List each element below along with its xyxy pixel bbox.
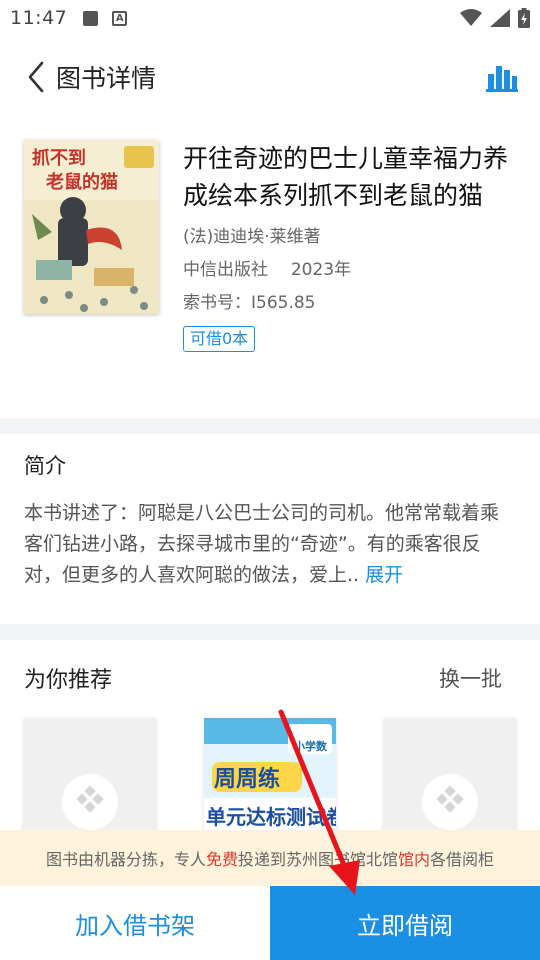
cell-signal-icon — [490, 9, 510, 27]
book-publisher-line: 中信出版社 2023年 — [183, 254, 523, 287]
book-author: (法)迪迪埃·莱维著 — [183, 227, 321, 247]
cover-tag-text: 小学数 — [293, 739, 328, 753]
recommend-header: 为你推荐 换一批 — [24, 662, 502, 694]
notice-highlight-free: 免费 — [205, 850, 238, 869]
intro-text: 本书讲述了：阿聪是八公巴士公司的司机。他常常载着乘客们钻进小路，去探寻城市里的“… — [24, 502, 500, 586]
book-placeholder-icon — [62, 774, 118, 830]
status-icons — [460, 8, 530, 28]
available-count-badge: 可借0本 — [183, 326, 256, 352]
wifi-icon — [460, 9, 482, 26]
notice-text-1: 图书由机器分拣，专人 — [45, 850, 206, 869]
borrow-now-button[interactable]: 立即借阅 — [270, 886, 540, 960]
nav-bar: 图书详情 — [0, 40, 540, 114]
book-year: 2023年 — [290, 260, 352, 280]
book-title: 开往奇迹的巴士儿童幸福力养成绘本系列抓不到老鼠的猫 — [183, 144, 509, 210]
book-publisher: 中信出版社 — [183, 260, 268, 280]
intro-section: 简介 本书讲述了：阿聪是八公巴士公司的司机。他常常载着乘客们钻进小路，去探寻城市… — [24, 450, 516, 591]
book-cover[interactable]: 抓不到 老鼠的猫 — [24, 140, 159, 314]
notice-text-2: 投递到苏州图书馆北馆 — [237, 850, 398, 869]
battery-icon — [518, 8, 530, 28]
status-bar: 11:47 A — [0, 0, 540, 36]
cover-subtitle-text: 单元达标测试卷 — [206, 805, 336, 829]
delivery-notice: 图书由机器分拣，专人 免费 投递到苏州图书馆北馆 馆内 各借阅柜 — [0, 830, 540, 886]
cover-title-line1: 抓不到 — [32, 147, 86, 169]
book-placeholder-icon — [422, 774, 478, 830]
notice-highlight-inside: 馆内 — [398, 850, 431, 869]
intro-text-block: 本书讲述了：阿聪是八公巴士公司的司机。他常常载着乘客们钻进小路，去探寻城市里的“… — [24, 498, 516, 591]
section-divider — [0, 624, 540, 640]
stats-chart-icon[interactable] — [486, 62, 518, 92]
recommend-heading: 为你推荐 — [24, 668, 113, 693]
cover-title-line2: 老鼠的猫 — [46, 171, 118, 193]
notice-text-3: 各借阅柜 — [430, 850, 495, 869]
back-arrow-icon[interactable] — [16, 57, 56, 97]
page-title: 图书详情 — [56, 64, 157, 93]
refresh-button[interactable]: 换一批 — [439, 663, 502, 693]
notification-square-icon — [83, 10, 99, 26]
expand-link[interactable]: 展开 — [365, 564, 403, 586]
notification-a-icon: A — [112, 10, 128, 26]
add-to-shelf-button[interactable]: 加入借书架 — [0, 886, 270, 960]
book-details: 开往奇迹的巴士儿童幸福力养成绘本系列抓不到老鼠的猫 (法)迪迪埃·莱维著 中信出… — [183, 140, 523, 352]
intro-heading: 简介 — [24, 454, 66, 478]
bottom-action-bar: 加入借书架 立即借阅 — [0, 886, 540, 960]
section-divider — [0, 418, 540, 434]
status-time: 11:47 — [10, 7, 68, 29]
cover-series-text: 周周练 — [214, 766, 280, 792]
book-info: 抓不到 老鼠的猫 开往奇迹的巴士儿童幸福力养成绘本系列抓不到老鼠的猫 (法)迪迪… — [24, 140, 524, 380]
call-number: 索书号：I565.85 — [183, 293, 316, 313]
